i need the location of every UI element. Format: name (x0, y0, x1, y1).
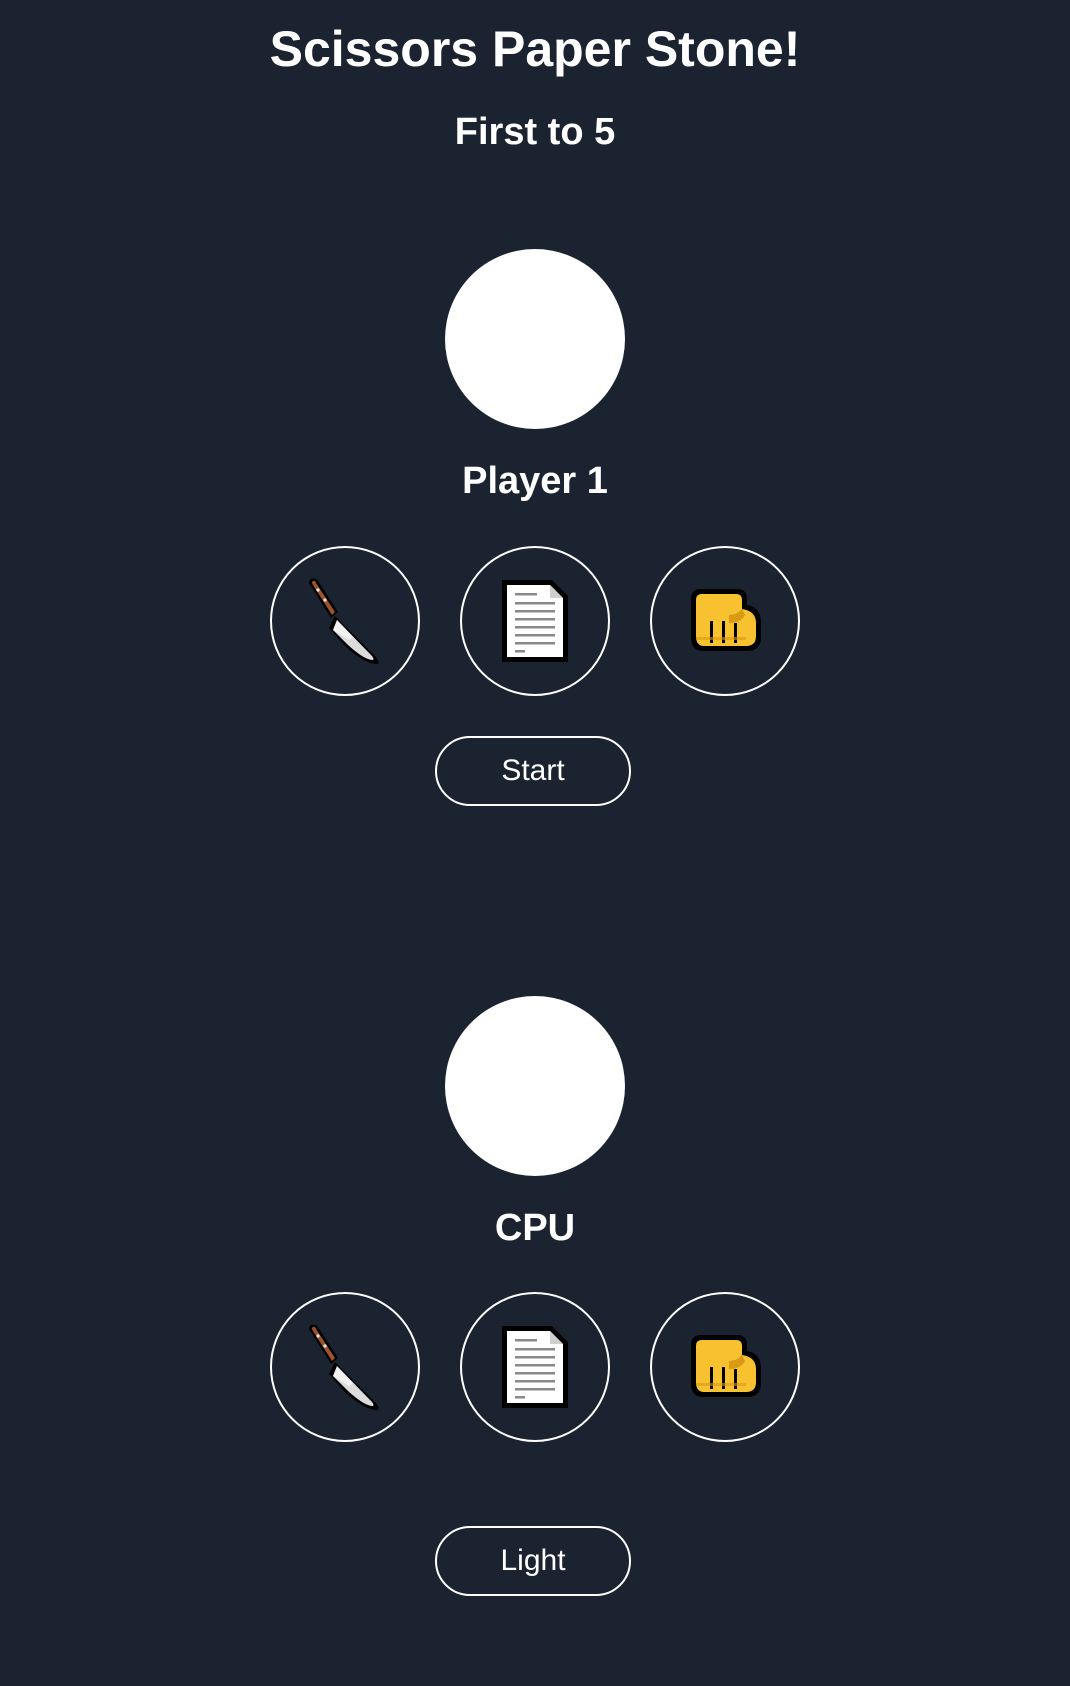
player-choices (270, 546, 800, 696)
game-goal: First to 5 (454, 111, 616, 153)
cpu-paper-choice (460, 1292, 610, 1442)
page-icon (502, 1326, 568, 1408)
knife-icon (309, 578, 379, 664)
start-button[interactable]: Start (435, 736, 631, 806)
knife-icon (309, 1324, 379, 1410)
theme-toggle-button[interactable]: Light (435, 1526, 631, 1596)
player-name: Player 1 (462, 460, 608, 502)
player-stone-button[interactable] (650, 546, 800, 696)
fist-icon (691, 589, 761, 651)
cpu-scissors-choice (270, 1292, 420, 1442)
cpu-choices (270, 1292, 800, 1442)
cpu-name: CPU (494, 1207, 576, 1249)
page-icon (502, 580, 568, 662)
player-paper-button[interactable] (460, 546, 610, 696)
fist-icon (691, 1335, 761, 1397)
player-avatar (445, 249, 625, 429)
player-scissors-button[interactable] (270, 546, 420, 696)
page-title: Scissors Paper Stone! (269, 21, 801, 77)
cpu-avatar (445, 996, 625, 1176)
cpu-stone-choice (650, 1292, 800, 1442)
